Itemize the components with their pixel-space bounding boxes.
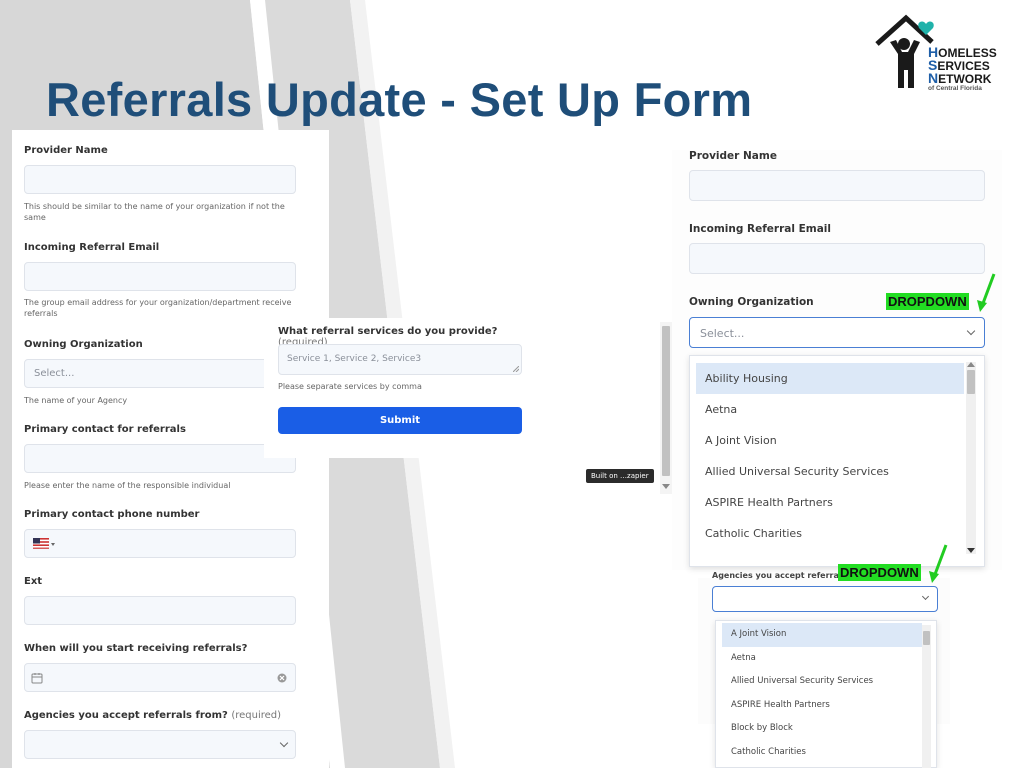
right-email-input[interactable]	[689, 243, 985, 274]
logo-text: HOMELESS SERVICES NETWORK of Central Flo…	[928, 45, 997, 93]
dropdown-option[interactable]: Catholic Charities	[696, 518, 964, 549]
dropdown-option[interactable]: Aetna	[696, 394, 964, 425]
email-label: Incoming Referral Email	[24, 242, 160, 253]
ext-input[interactable]	[24, 596, 296, 625]
email-hint: The group email address for your organiz…	[24, 298, 292, 318]
provider-name-label: Provider Name	[24, 145, 108, 156]
right-owning-org-placeholder: Select...	[700, 327, 745, 340]
agencies-label-text: Agencies you accept referrals from?	[24, 710, 228, 721]
zapier-badge[interactable]: Built on …zapier	[586, 469, 654, 483]
scroll-down-icon[interactable]	[662, 484, 670, 490]
clear-icon[interactable]	[277, 673, 287, 683]
dropdown-option[interactable]: Block by Block	[722, 717, 922, 741]
right-agencies-select[interactable]	[712, 586, 938, 612]
dropdown-tag-2: DROPDOWN	[838, 564, 921, 581]
phone-label: Primary contact phone number	[24, 509, 200, 520]
ext-label: Ext	[24, 576, 43, 587]
dropdown-option[interactable]: Ability Housing	[696, 363, 964, 394]
dropdown2-scrollbar-thumb[interactable]	[923, 631, 930, 645]
calendar-icon[interactable]	[31, 672, 43, 684]
logo-line3: ETWORK	[938, 72, 992, 86]
owning-org-label: Owning Organization	[24, 339, 143, 350]
arrow-icon	[977, 273, 996, 312]
resize-handle-icon[interactable]	[513, 366, 519, 372]
dropdown-option[interactable]: ASPIRE Health Partners	[696, 487, 964, 518]
page-scrollbar-thumb[interactable]	[662, 326, 670, 476]
primary-contact-label: Primary contact for referrals	[24, 424, 186, 435]
dropdown-option[interactable]: ASPIRE Health Partners	[722, 694, 922, 718]
slide-title: Referrals Update - Set Up Form	[46, 73, 753, 126]
agencies-dropdown-list: A Joint Vision Aetna Allied Universal Secu…	[715, 620, 937, 768]
owning-org-select[interactable]: Select...	[24, 359, 296, 388]
dropdown-option[interactable]: Allied Universal Security Services	[696, 456, 964, 487]
arrow-icon	[929, 544, 948, 583]
provider-name-hint: This should be similar to the name of yo…	[24, 202, 285, 222]
dropdown-option[interactable]: Allied Universal Security Services	[722, 670, 922, 694]
logo-line2: ERVICES	[937, 59, 990, 73]
primary-contact-input[interactable]	[24, 444, 296, 473]
primary-contact-hint: Please enter the name of the responsible…	[24, 481, 231, 490]
middle-form-panel: What referral services do you provide? (…	[264, 318, 534, 458]
logo-line1: OMELESS	[938, 46, 997, 60]
owning-org-placeholder: Select...	[34, 368, 75, 379]
agencies-select[interactable]	[24, 730, 296, 759]
dropdown-option[interactable]: Aetna	[722, 647, 922, 671]
dropdown2-scrollbar[interactable]	[922, 625, 931, 768]
right-provider-name-input[interactable]	[689, 170, 985, 201]
dropdown-tag-1: DROPDOWN	[886, 293, 969, 310]
page-scrollbar[interactable]	[660, 322, 672, 494]
services-placeholder: Service 1, Service 2, Service3	[287, 354, 422, 364]
owning-org-hint: The name of your Agency	[24, 396, 128, 405]
services-hint: Please separate services by comma	[278, 382, 422, 391]
house-person-heart-icon	[875, 14, 934, 88]
dropdown-option[interactable]: A Joint Vision	[696, 425, 964, 456]
phone-input[interactable]	[24, 529, 296, 558]
services-textarea[interactable]: Service 1, Service 2, Service3	[278, 344, 522, 375]
agencies-required: (required)	[231, 710, 282, 721]
right-owning-org-label: Owning Organization	[689, 296, 814, 308]
right-provider-name-label: Provider Name	[689, 150, 777, 162]
email-input[interactable]	[24, 262, 296, 291]
us-flag-icon[interactable]	[33, 537, 55, 551]
chevron-down-icon[interactable]	[966, 326, 976, 336]
scroll-up-icon[interactable]	[967, 362, 975, 368]
start-date-input[interactable]	[24, 663, 296, 692]
scroll-down-icon[interactable]	[967, 548, 975, 554]
dropdown-option[interactable]: Catholic Charities	[722, 741, 922, 765]
logo-cap-n: N	[928, 70, 939, 86]
right-owning-org-select[interactable]: Select...	[689, 317, 985, 348]
start-date-label: When will you start receiving referrals?	[24, 643, 248, 654]
provider-name-input[interactable]	[24, 165, 296, 194]
dropdown1-scrollbar[interactable]	[966, 362, 976, 554]
dropdown1-scrollbar-thumb[interactable]	[967, 370, 975, 394]
right-email-label: Incoming Referral Email	[689, 223, 831, 235]
hsn-logo: HOMELESS SERVICES NETWORK of Central Flo…	[874, 12, 1004, 94]
chevron-down-icon[interactable]	[921, 592, 930, 601]
agencies-label: Agencies you accept referrals from? (req…	[24, 710, 281, 721]
owning-org-dropdown-list: Ability Housing Aetna A Joint Vision Allied…	[689, 355, 985, 567]
dropdown-option[interactable]: A Joint Vision	[722, 623, 922, 647]
chevron-down-icon[interactable]	[279, 738, 289, 748]
logo-line4: of Central Florida	[928, 85, 982, 92]
services-label-text: What referral services do you provide?	[278, 326, 498, 337]
submit-button[interactable]: Submit	[278, 407, 522, 434]
